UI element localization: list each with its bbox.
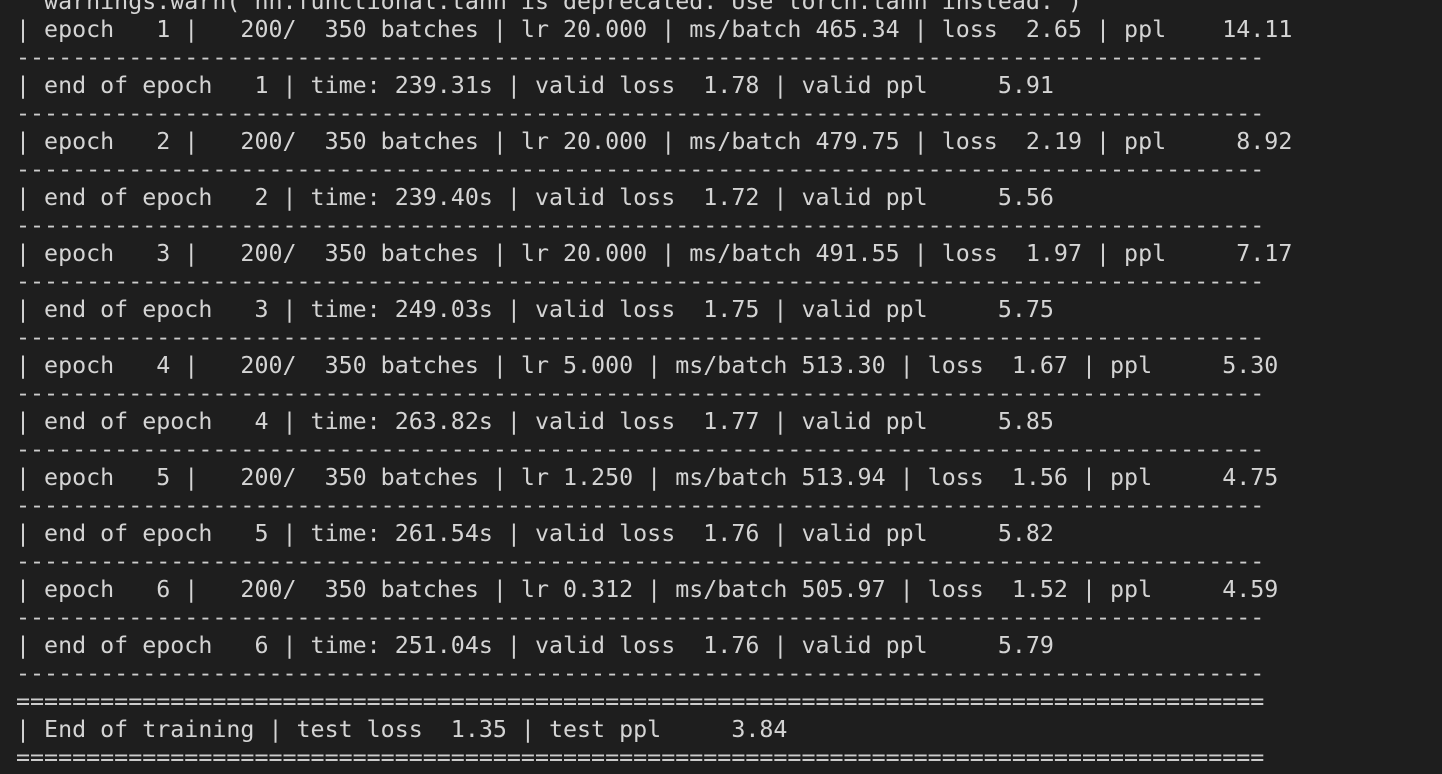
- log-line: | end of epoch 2 | time: 239.40s | valid…: [16, 184, 1054, 211]
- log-line: | End of training | test loss 1.35 | tes…: [16, 716, 788, 743]
- log-line: | epoch 4 | 200/ 350 batches | lr 5.000 …: [16, 352, 1279, 379]
- log-line: | epoch 6 | 200/ 350 batches | lr 0.312 …: [16, 576, 1279, 603]
- separator-line: ----------------------------------------…: [16, 660, 1265, 687]
- log-line: | end of epoch 5 | time: 261.54s | valid…: [16, 520, 1054, 547]
- separator-line: ========================================…: [16, 688, 1265, 715]
- separator-line: ----------------------------------------…: [16, 324, 1265, 351]
- log-line: | epoch 1 | 200/ 350 batches | lr 20.000…: [16, 16, 1293, 43]
- log-line: | end of epoch 6 | time: 251.04s | valid…: [16, 632, 1054, 659]
- separator-line: ----------------------------------------…: [16, 268, 1265, 295]
- log-line: | end of epoch 1 | time: 239.31s | valid…: [16, 72, 1054, 99]
- log-line: | epoch 5 | 200/ 350 batches | lr 1.250 …: [16, 464, 1279, 491]
- log-line: | end of epoch 3 | time: 249.03s | valid…: [16, 296, 1054, 323]
- separator-line: ----------------------------------------…: [16, 604, 1265, 631]
- separator-line: ----------------------------------------…: [16, 492, 1265, 519]
- separator-line: ----------------------------------------…: [16, 44, 1265, 71]
- separator-line: ----------------------------------------…: [16, 100, 1265, 127]
- log-line: warnings.warn("nn.functional.tanh is dep…: [16, 0, 1082, 15]
- separator-line: ========================================…: [16, 744, 1265, 771]
- log-line: | epoch 2 | 200/ 350 batches | lr 20.000…: [16, 128, 1293, 155]
- log-line: | epoch 3 | 200/ 350 batches | lr 20.000…: [16, 240, 1293, 267]
- separator-line: ----------------------------------------…: [16, 380, 1265, 407]
- separator-line: ----------------------------------------…: [16, 436, 1265, 463]
- separator-line: ----------------------------------------…: [16, 548, 1265, 575]
- log-line: | end of epoch 4 | time: 263.82s | valid…: [16, 408, 1054, 435]
- terminal-lines: warnings.warn("nn.functional.tanh is dep…: [16, 0, 1292, 772]
- terminal-output[interactable]: warnings.warn("nn.functional.tanh is dep…: [0, 0, 1442, 774]
- separator-line: ----------------------------------------…: [16, 212, 1265, 239]
- separator-line: ----------------------------------------…: [16, 156, 1265, 183]
